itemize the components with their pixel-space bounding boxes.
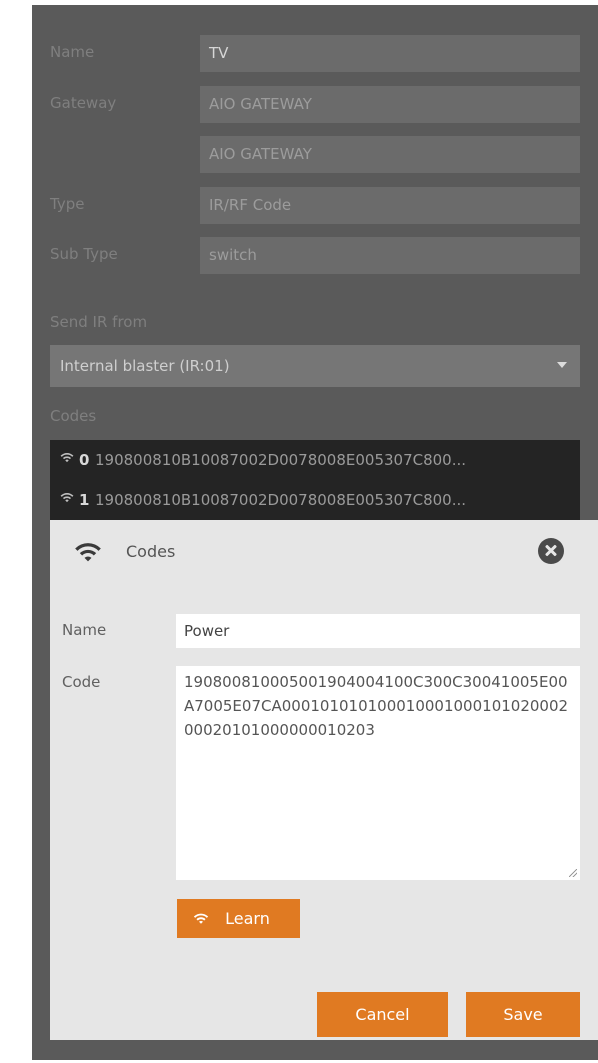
dialog-title: Codes: [126, 542, 176, 561]
chevron-down-icon: [557, 362, 567, 368]
cancel-button[interactable]: Cancel: [317, 992, 448, 1037]
learn-button[interactable]: Learn: [177, 899, 300, 938]
type-field: IR/RF Code: [200, 187, 580, 224]
name-label: Name: [50, 43, 95, 61]
code-value: 190800810B10087002D0078008E005307C800...: [95, 451, 467, 469]
send-ir-label: Send IR from: [50, 313, 148, 331]
dialog-code-value: 190800810005001904004100C300C30041005E00…: [184, 673, 569, 739]
codes-list: 0 190800810B10087002D0078008E005307C800.…: [50, 440, 580, 520]
codes-dialog: Codes Name Code 190800810005001904004100…: [50, 520, 598, 1040]
dialog-name-label: Name: [62, 621, 107, 639]
wifi-icon: [75, 543, 101, 562]
gateway-field: AIO GATEWAY: [200, 86, 580, 123]
dialog-name-input[interactable]: [176, 614, 580, 648]
code-index: 0: [79, 451, 90, 469]
code-list-item[interactable]: 0 190800810B10087002D0078008E005307C800.…: [50, 440, 580, 480]
gateway-label: Gateway: [50, 94, 117, 112]
codes-label: Codes: [50, 407, 97, 425]
dialog-code-textarea[interactable]: 190800810005001904004100C300C30041005E00…: [176, 666, 580, 880]
wifi-icon: [193, 913, 209, 924]
resize-handle[interactable]: [569, 869, 577, 877]
code-index: 1: [79, 491, 90, 509]
wifi-icon: [60, 492, 74, 503]
save-button[interactable]: Save: [466, 992, 580, 1037]
name-field[interactable]: TV: [200, 35, 580, 72]
learn-button-label: Learn: [225, 909, 270, 928]
code-list-item[interactable]: 1 190800810B10087002D0078008E005307C800.…: [50, 480, 580, 520]
sub-type-field: switch: [200, 237, 580, 274]
close-icon[interactable]: [538, 538, 564, 564]
send-ir-selected: Internal blaster (IR:01): [60, 357, 230, 375]
sub-type-label: Sub Type: [50, 245, 118, 263]
dialog-code-label: Code: [62, 673, 101, 691]
gateway-field-secondary: AIO GATEWAY: [200, 136, 580, 173]
send-ir-select[interactable]: Internal blaster (IR:01): [50, 345, 580, 387]
wifi-icon: [60, 452, 74, 463]
code-value: 190800810B10087002D0078008E005307C800...: [95, 491, 467, 509]
type-label: Type: [50, 195, 85, 213]
